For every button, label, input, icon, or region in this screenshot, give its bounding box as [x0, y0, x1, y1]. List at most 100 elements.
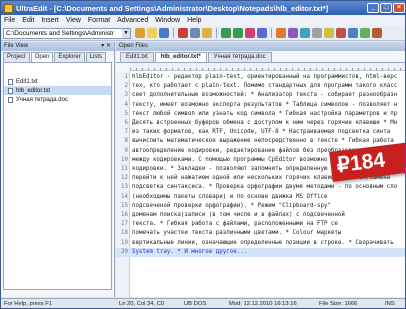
editor-line[interactable]: 7 из таких форматов, как RTF, Unicode, UT…: [116, 128, 405, 137]
toolbar: C:\Documents and Settings\Administr ▼: [1, 26, 405, 41]
editor-line[interactable]: 6 Десять встроенных буферов обмена с дост…: [116, 119, 405, 128]
tab-document[interactable]: Edit1.txt: [120, 52, 154, 62]
tab-document[interactable]: Учная тетрада.doc: [207, 52, 272, 62]
editor-line[interactable]: 18 помечать участки текста различными цве…: [116, 229, 405, 238]
line-text: текста. * Гибкая работа с файлами, распо…: [132, 221, 338, 228]
run-icon[interactable]: [360, 28, 370, 38]
line-number: 1: [124, 74, 129, 80]
editor-line[interactable]: 2 тех, кто работает с plain-text. Помимо …: [116, 82, 405, 91]
replace-icon[interactable]: [257, 28, 267, 38]
maximize-button[interactable]: □: [380, 3, 392, 13]
editor-line[interactable]: 16 доменам поиска)записи (в том числе и в…: [116, 211, 405, 220]
tab-explorer[interactable]: Explorer: [54, 52, 85, 62]
find-icon[interactable]: [245, 28, 255, 38]
list-item[interactable]: Edit1.txt: [4, 77, 111, 86]
line-number: 15: [121, 202, 128, 209]
file-view-title: File View: [4, 43, 29, 49]
menu-bar: File Edit Insert View Format Advanced Wi…: [1, 15, 405, 26]
editor-line[interactable]: 20 System tray. * И многое другое...: [116, 247, 405, 257]
line-text: вычислить математическое выражение непос…: [132, 138, 394, 145]
tab-open[interactable]: Open: [30, 52, 54, 62]
new-file-icon[interactable]: [135, 28, 145, 38]
line-text: подсвеченой проверки орфографии). * Режи…: [132, 202, 331, 209]
editor-window: UltraEdit - [C:\Documents and Settings\A…: [0, 0, 406, 309]
settings-icon[interactable]: [372, 28, 382, 38]
editor-line[interactable]: 5 текст любой символ или узнать код симво…: [116, 110, 405, 119]
line-number: 13: [121, 184, 128, 191]
line-number: 9: [124, 147, 129, 154]
line-number: 2: [124, 83, 129, 90]
menu-edit[interactable]: Edit: [22, 17, 34, 24]
editor-line[interactable]: 8 вычислить математическое выражение непо…: [116, 137, 405, 146]
text-editor[interactable]: 1 hlbEditor - редактор plain-text, ориент…: [116, 71, 405, 297]
menu-file[interactable]: File: [4, 17, 15, 24]
undo-icon[interactable]: [221, 28, 231, 38]
status-mode: INS: [385, 301, 395, 307]
line-text: подсветка синтаксиса. * Проверка орфогра…: [132, 184, 398, 191]
file-name: hlb_editor.txt: [16, 87, 51, 94]
tab-lists[interactable]: Lists: [85, 52, 107, 62]
spell-icon[interactable]: [324, 28, 334, 38]
menu-format[interactable]: Format: [88, 17, 110, 24]
line-number: 17: [121, 221, 128, 228]
line-text: System tray. * И многое другое...: [132, 248, 248, 255]
status-filesize: File Size: 1666: [319, 301, 358, 307]
list-item[interactable]: hlb_editor.txt: [4, 86, 111, 95]
line-number: 18: [121, 230, 128, 237]
tab-project[interactable]: Project: [3, 52, 30, 62]
open-file-list: Edit1.txt hlb_editor.txt Учная тетрада.d…: [3, 62, 112, 290]
editor-line[interactable]: 14 (необходимы пакеты словари) и по основ…: [116, 193, 405, 202]
open-files-title: Open Files: [119, 43, 149, 49]
editor-line[interactable]: 13 подсветка синтаксиса. * Проверка орфог…: [116, 183, 405, 192]
path-combo[interactable]: C:\Documents and Settings\Administr ▼: [3, 27, 131, 39]
editor-line[interactable]: 19 вертикальные линии, означающие определ…: [116, 239, 405, 248]
tab-document-active[interactable]: hlb_editor.txt*: [154, 52, 207, 62]
line-text: из таких форматов, как RTF, Unicode, UTF…: [132, 129, 391, 136]
line-text: вертикальные линии, означающие определен…: [132, 239, 394, 246]
tools-icon[interactable]: [348, 28, 358, 38]
macro-icon[interactable]: [336, 28, 346, 38]
line-number: 14: [121, 193, 128, 200]
close-button[interactable]: ×: [393, 3, 405, 13]
cut-icon[interactable]: [178, 28, 188, 38]
redo-icon[interactable]: [233, 28, 243, 38]
status-encoding: UB DOS: [184, 301, 207, 307]
editor-line[interactable]: 3 сеет дополнительные возможностей: * Ана…: [116, 91, 405, 100]
menu-window[interactable]: Window: [155, 17, 180, 24]
title-bar[interactable]: UltraEdit - [C:\Documents and Settings\A…: [1, 1, 405, 15]
file-view-pane: File View ▾ ✕ Project Open Explorer List…: [1, 42, 115, 297]
menu-view[interactable]: View: [66, 17, 81, 24]
menu-insert[interactable]: Insert: [41, 17, 59, 24]
print-icon[interactable]: [312, 28, 322, 38]
editor-line[interactable]: 1 hlbEditor - редактор plain-text, ориент…: [116, 73, 405, 82]
copy-icon[interactable]: [190, 28, 200, 38]
wrap-icon[interactable]: [300, 28, 310, 38]
window-title: UltraEdit - [C:\Documents and Settings\A…: [16, 3, 329, 13]
editor-line[interactable]: 15 подсвеченой проверки орфографии). * Ре…: [116, 202, 405, 211]
paste-icon[interactable]: [202, 28, 212, 38]
toolbar-separator: [216, 28, 217, 38]
line-text: текст любой символ или узнать код символ…: [132, 110, 398, 117]
line-number: 12: [121, 175, 128, 182]
bookmark-icon[interactable]: [276, 28, 286, 38]
menu-advanced[interactable]: Advanced: [117, 17, 148, 24]
text-file-icon: [8, 78, 13, 85]
editor-line[interactable]: 4 тексту, имеет возможно экспорта результ…: [116, 101, 405, 110]
open-folder-icon[interactable]: [147, 28, 157, 38]
line-text: сеет дополнительные возможностей: * Анал…: [132, 92, 398, 99]
minimize-button[interactable]: _: [367, 3, 379, 13]
format-icon[interactable]: [288, 28, 298, 38]
column-ruler: [130, 63, 405, 71]
editor-line[interactable]: 17 текста. * Гибкая работа с файлами, рас…: [116, 220, 405, 229]
status-bar: For Help, press F1 Ln 20, Col 34, C0 UB …: [1, 298, 405, 308]
line-number: 4: [124, 101, 129, 108]
line-number: 7: [124, 129, 129, 136]
pin-icon[interactable]: ▾ ✕: [101, 42, 111, 51]
line-number: 11: [121, 166, 128, 172]
chevron-down-icon[interactable]: ▼: [122, 28, 130, 38]
line-number: 10: [121, 156, 128, 163]
list-item[interactable]: Учная тетрада.doc: [4, 95, 111, 104]
save-icon[interactable]: [159, 28, 169, 38]
menu-help[interactable]: Help: [187, 17, 201, 24]
file-view-header: File View ▾ ✕: [1, 42, 114, 51]
